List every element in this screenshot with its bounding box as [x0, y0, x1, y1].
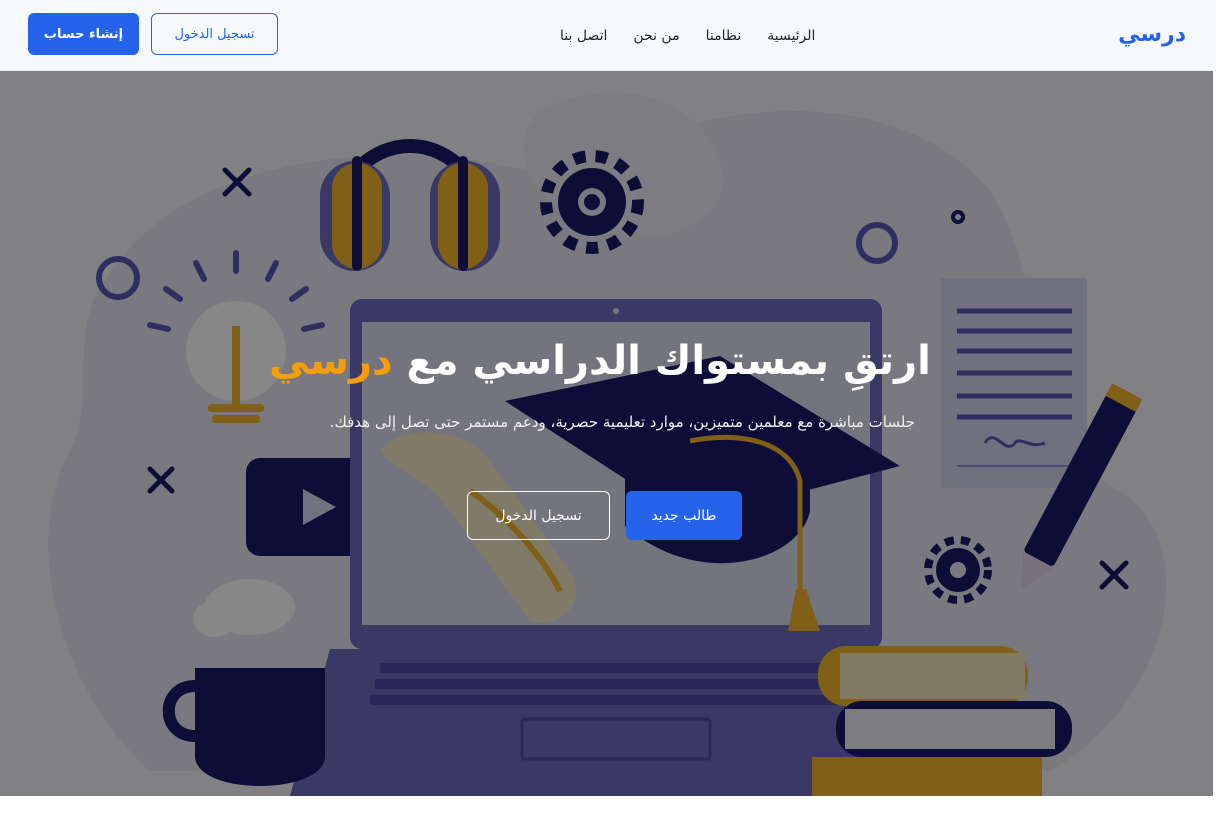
hero-title: ارتقِ بمستواك الدراسي مع درسي [230, 333, 970, 389]
hero-subtitle: جلسات مباشرة مع معلمين متميزين، موارد تع… [329, 413, 915, 431]
hero-section: ارتقِ بمستواك الدراسي مع درسي جلسات مباش… [0, 71, 1213, 796]
navbar: درسي الرئيسية نظامنا من نحن اتصل بنا تسج… [0, 0, 1216, 71]
new-student-button[interactable]: طالب جديد [626, 491, 742, 540]
nav-link-home[interactable]: الرئيسية [767, 28, 815, 44]
hero-login-button[interactable]: تسجيل الدخول [467, 491, 610, 540]
nav-link-about[interactable]: من نحن [633, 28, 679, 44]
nav-link-contact[interactable]: اتصل بنا [560, 28, 607, 44]
brand-logo[interactable]: درسي [1110, 18, 1186, 52]
hero-title-main: ارتقِ بمستواك الدراسي مع [392, 338, 931, 384]
login-button[interactable]: تسجيل الدخول [151, 13, 278, 55]
nav-menu: الرئيسية نظامنا من نحن اتصل بنا [560, 22, 815, 50]
signup-button[interactable]: إنشاء حساب [28, 13, 139, 55]
hero-title-accent: درسي [269, 338, 393, 384]
nav-link-our-system[interactable]: نظامنا [706, 28, 742, 44]
